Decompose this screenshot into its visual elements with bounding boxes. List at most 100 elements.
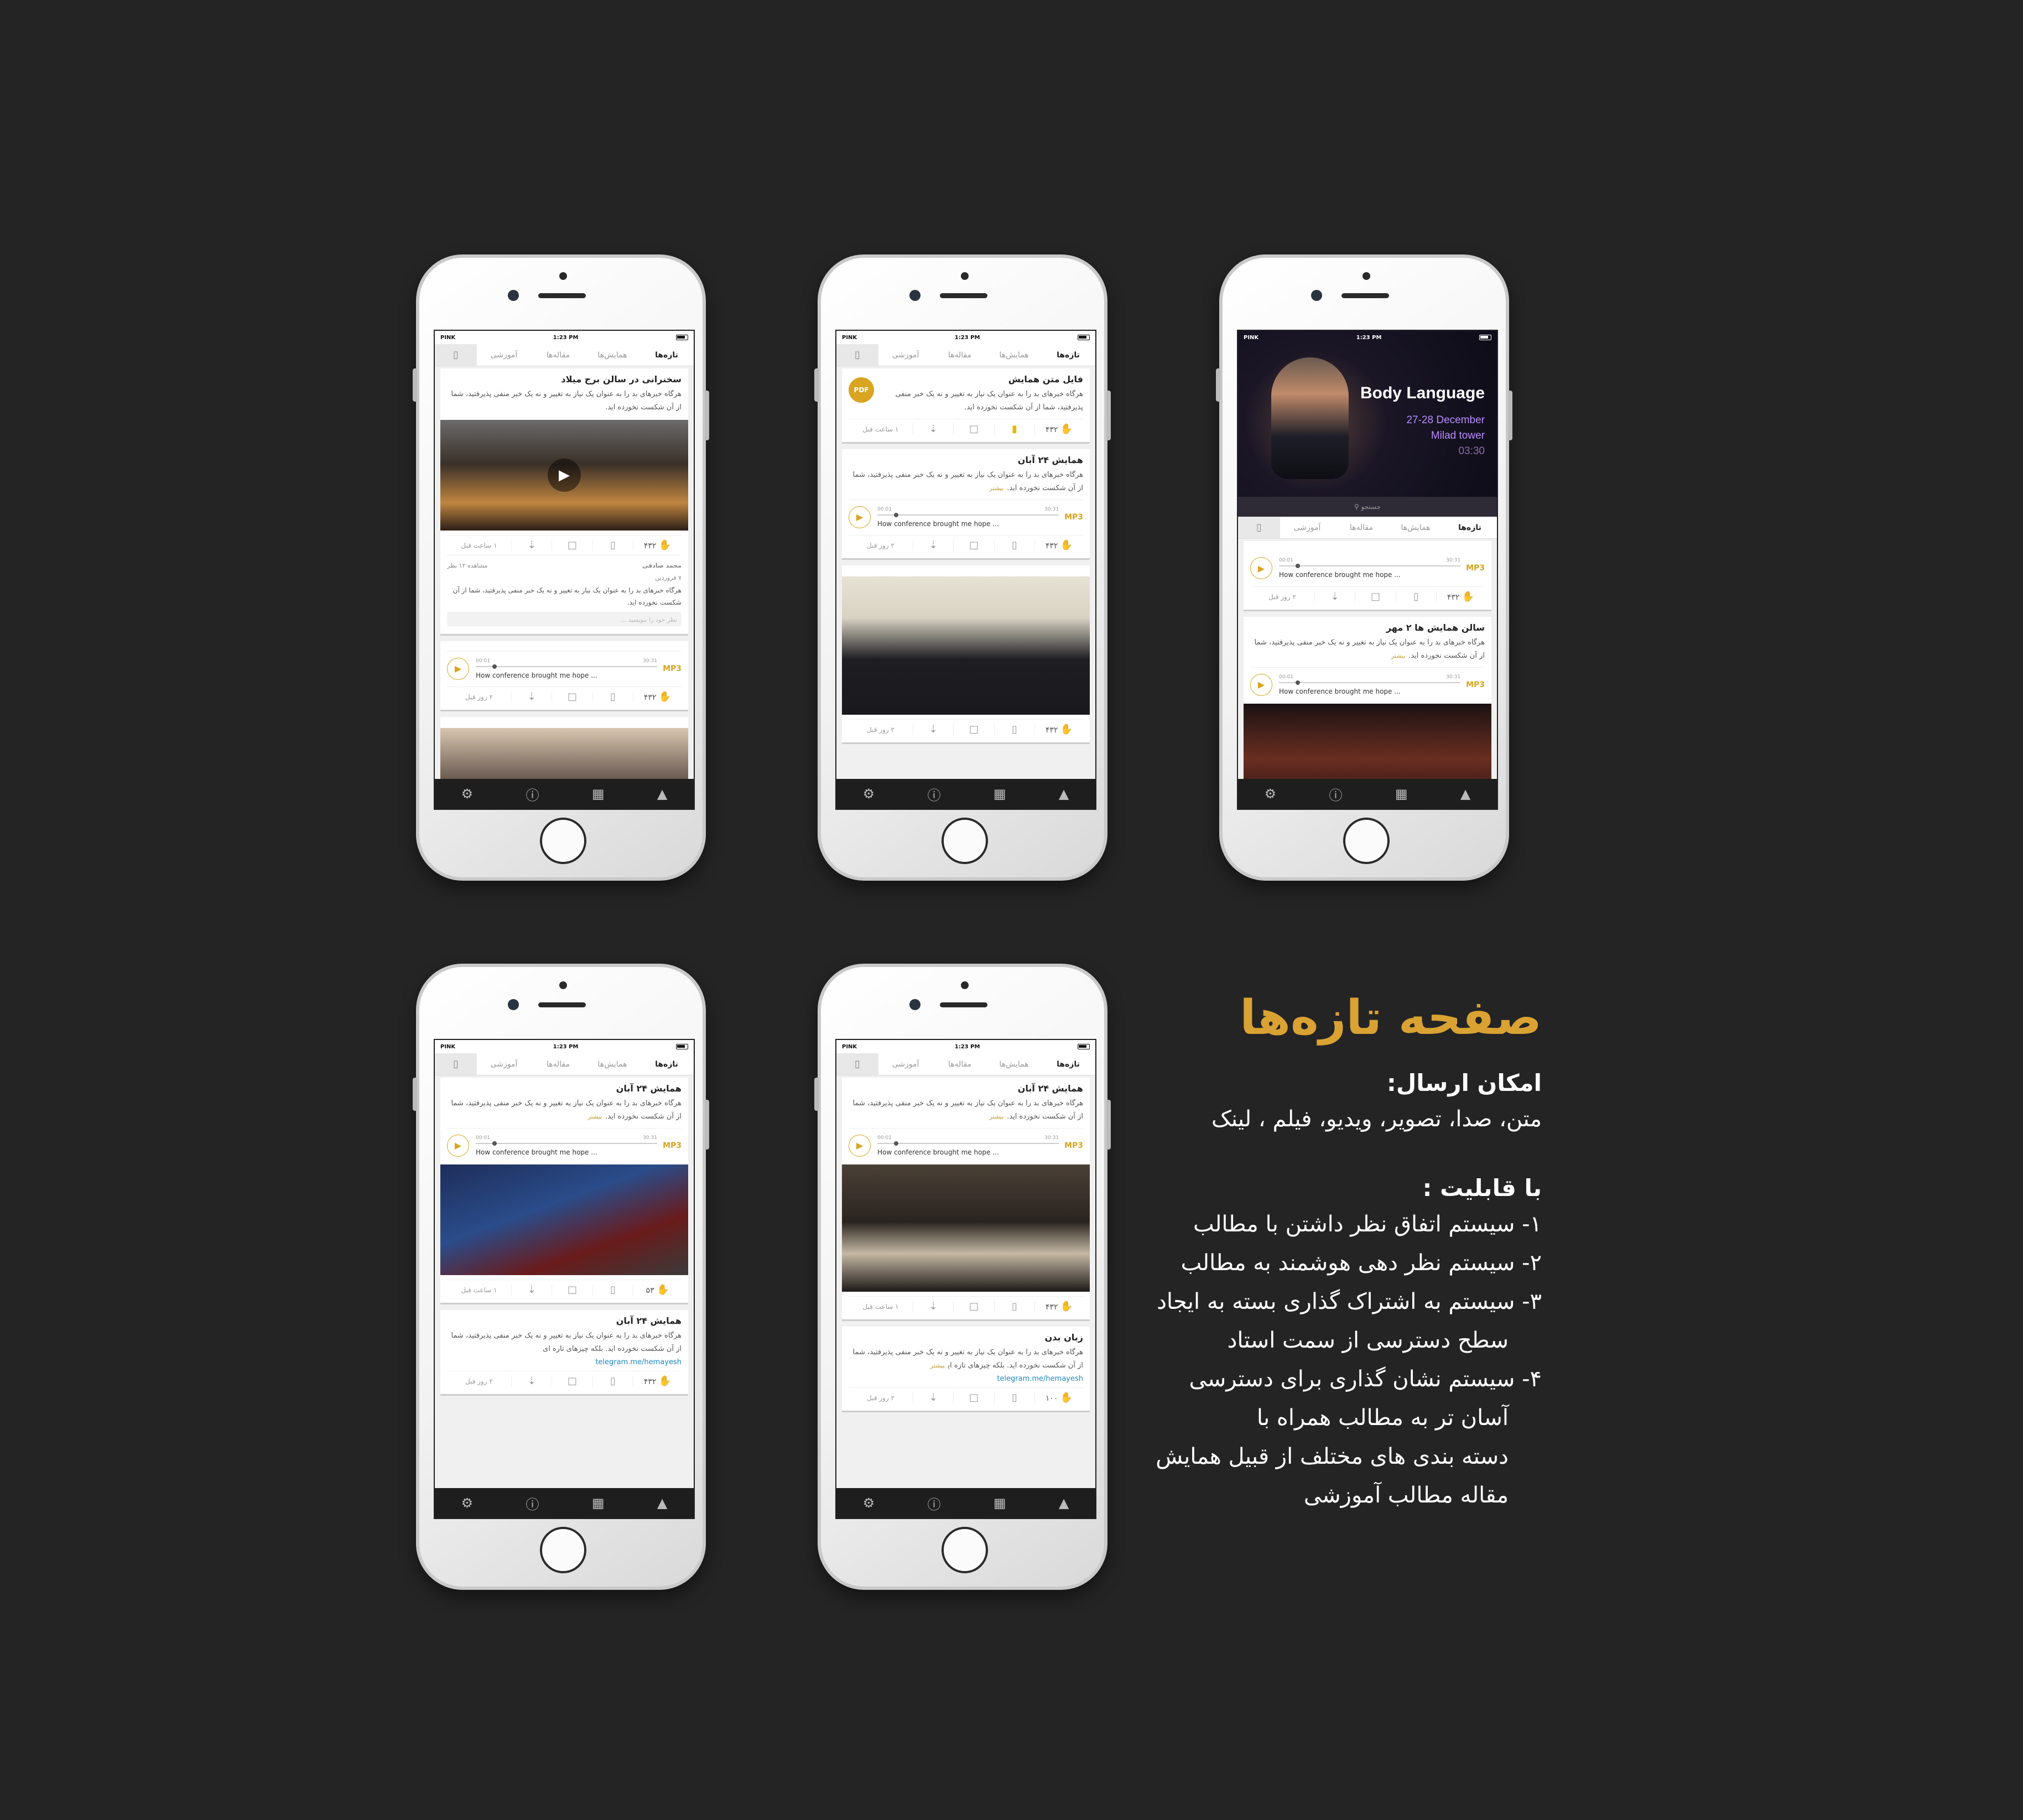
download-icon[interactable]: ⇣ — [511, 1284, 552, 1296]
play-icon[interactable]: ▶ — [849, 506, 871, 528]
post-image[interactable] — [440, 728, 688, 779]
comment-icon[interactable]: □ — [552, 539, 592, 551]
home-button[interactable] — [1343, 818, 1390, 864]
comment-views[interactable]: مشاهده ۱۲ نظر — [447, 560, 487, 572]
read-more-link[interactable]: بیشتر — [930, 1362, 945, 1369]
bookmark-icon[interactable]: ▯ — [592, 691, 633, 703]
bookmark-tab-icon[interactable]: ▯ — [836, 344, 878, 366]
bookmark-icon[interactable]: ▯ — [592, 1375, 633, 1387]
contacts-icon[interactable]: ▦ — [592, 786, 605, 802]
download-icon[interactable]: ⇣ — [912, 423, 953, 435]
like-button[interactable]: ✋ ۴۳۲ — [633, 1375, 682, 1387]
pdf-icon[interactable]: PDF — [849, 377, 874, 403]
like-button[interactable]: ✋ ۴۳۲ — [1034, 724, 1083, 735]
comment-icon[interactable]: □ — [1355, 591, 1395, 602]
post-card[interactable]: ✋ ۴۳۲ ▯ □ ⇣ ۲ روز قبل — [842, 565, 1090, 744]
home-button[interactable] — [942, 1527, 988, 1573]
download-icon[interactable]: ⇣ — [912, 724, 953, 735]
post-card[interactable]: ▶ 00:01 30:31 How conference brought me ho… — [1244, 541, 1491, 611]
like-button[interactable]: ✋ ۴۳۲ — [633, 691, 682, 703]
comment-icon[interactable]: □ — [552, 1284, 592, 1296]
bookmark-icon[interactable]: ▯ — [994, 539, 1034, 551]
info-icon[interactable]: ⓘ — [928, 784, 941, 804]
read-more-link[interactable]: بیشتر — [588, 1113, 602, 1120]
download-icon[interactable]: ⇣ — [511, 539, 552, 551]
home-button[interactable] — [540, 1527, 586, 1573]
bookmark-icon[interactable]: ▯ — [994, 1301, 1034, 1312]
tab-articles[interactable]: مقاله‌ها — [933, 351, 987, 360]
tab-education[interactable]: آموزشی — [878, 351, 933, 360]
download-icon[interactable]: ⇣ — [912, 1392, 953, 1403]
post-video[interactable]: ▶ — [440, 420, 688, 531]
bookmark-tab-icon[interactable]: ▯ — [1238, 517, 1280, 538]
hero-banner[interactable]: PINK 1:23 PM Body Language 27-28 Decembe… — [1238, 331, 1497, 497]
bookmark-tab-icon[interactable]: ▯ — [435, 344, 477, 366]
tab-education[interactable]: آموزشی — [477, 1060, 531, 1069]
contacts-icon[interactable]: ▦ — [592, 1495, 605, 1511]
tab-conferences[interactable]: همایش‌ها — [1388, 523, 1443, 532]
post-image[interactable] — [842, 576, 1090, 715]
tab-latest[interactable]: تازه‌ها — [1443, 523, 1497, 532]
like-button[interactable]: ✋ ۴۳۲ — [633, 539, 682, 551]
tab-conferences[interactable]: همایش‌ها — [987, 1060, 1041, 1069]
comment-icon[interactable]: □ — [953, 423, 994, 435]
info-icon[interactable]: ⓘ — [526, 1494, 539, 1513]
tab-latest[interactable]: تازه‌ها — [1041, 351, 1095, 360]
settings-icon[interactable]: ⚙ — [863, 1495, 875, 1511]
audio-slider[interactable] — [877, 1141, 1059, 1146]
info-icon[interactable]: ⓘ — [928, 1494, 941, 1513]
post-card[interactable]: سالن همایش ها ۲ مهر هرگاه خبرهای بد را ب… — [1244, 617, 1491, 779]
comment-icon[interactable]: □ — [552, 691, 592, 703]
download-icon[interactable]: ⇣ — [912, 539, 953, 551]
read-more-link[interactable]: بیشتر — [990, 485, 1004, 492]
post-card[interactable]: همایش ۲۴ آبان هرگاه خبرهای بد را به عنوا… — [842, 449, 1090, 560]
tab-articles[interactable]: مقاله‌ها — [531, 351, 585, 360]
megaphone-icon[interactable]: ▲ — [657, 786, 667, 802]
home-button[interactable] — [942, 818, 988, 864]
megaphone-icon[interactable]: ▲ — [1059, 786, 1069, 802]
audio-slider[interactable] — [877, 512, 1059, 517]
tab-education[interactable]: آموزشی — [1280, 523, 1334, 532]
bookmark-icon[interactable]: ▯ — [592, 539, 633, 551]
tab-latest[interactable]: تازه‌ها — [639, 1060, 694, 1069]
contacts-icon[interactable]: ▦ — [994, 786, 1006, 802]
audio-slider[interactable] — [1279, 680, 1461, 685]
play-icon[interactable]: ▶ — [1250, 673, 1272, 696]
download-icon[interactable]: ⇣ — [1314, 591, 1355, 602]
post-card[interactable]: PDF فایل متن همایش هرگاه خبرهای بد را به… — [842, 368, 1090, 444]
home-button[interactable] — [540, 818, 586, 864]
bookmark-icon[interactable]: ▮ — [994, 423, 1034, 435]
bookmark-icon[interactable]: ▯ — [994, 724, 1034, 735]
like-button[interactable]: ✋ ۴۳۲ — [1034, 423, 1083, 435]
download-icon[interactable]: ⇣ — [912, 1301, 953, 1312]
bookmark-icon[interactable]: ▯ — [592, 1284, 633, 1296]
play-icon[interactable]: ▶ — [447, 1134, 469, 1157]
bookmark-icon[interactable]: ▯ — [1395, 591, 1436, 602]
telegram-link[interactable]: telegram.me/hemayesh — [447, 1358, 682, 1366]
megaphone-icon[interactable]: ▲ — [1460, 786, 1470, 802]
audio-slider[interactable] — [476, 664, 658, 669]
tab-conferences[interactable]: همایش‌ها — [987, 351, 1041, 360]
settings-icon[interactable]: ⚙ — [863, 786, 875, 802]
comment-icon[interactable]: □ — [953, 539, 994, 551]
post-card[interactable]: همایش ۲۴ آبان هرگاه خبرهای بد را به عنوا… — [440, 1078, 688, 1304]
post-card[interactable]: همایش ۲۴ آبان هرگاه خبرهای بد را به عنوا… — [440, 1310, 688, 1396]
tab-education[interactable]: آموزشی — [477, 351, 531, 360]
like-button[interactable]: ✋ ۴۳۲ — [1034, 539, 1083, 551]
megaphone-icon[interactable]: ▲ — [657, 1495, 667, 1511]
bookmark-tab-icon[interactable]: ▯ — [435, 1053, 477, 1075]
like-button[interactable]: ✋ ۴۳۲ — [1436, 591, 1485, 602]
tab-conferences[interactable]: همایش‌ها — [585, 351, 639, 360]
post-card[interactable]: ▶ 00:01 30:31 How conference brought me ho… — [440, 641, 688, 711]
settings-icon[interactable]: ⚙ — [461, 1495, 474, 1511]
post-image[interactable] — [1244, 704, 1491, 779]
play-icon[interactable]: ▶ — [548, 459, 581, 492]
search-input[interactable]: ⚲ جستجو — [1238, 497, 1497, 517]
comment-icon[interactable]: □ — [552, 1375, 592, 1387]
info-icon[interactable]: ⓘ — [1329, 784, 1343, 804]
like-button[interactable]: ✋ ۵۳ — [633, 1284, 682, 1296]
tab-education[interactable]: آموزشی — [878, 1060, 933, 1069]
bookmark-icon[interactable]: ▯ — [994, 1392, 1034, 1403]
bookmark-tab-icon[interactable]: ▯ — [836, 1053, 878, 1075]
audio-slider[interactable] — [476, 1141, 658, 1146]
